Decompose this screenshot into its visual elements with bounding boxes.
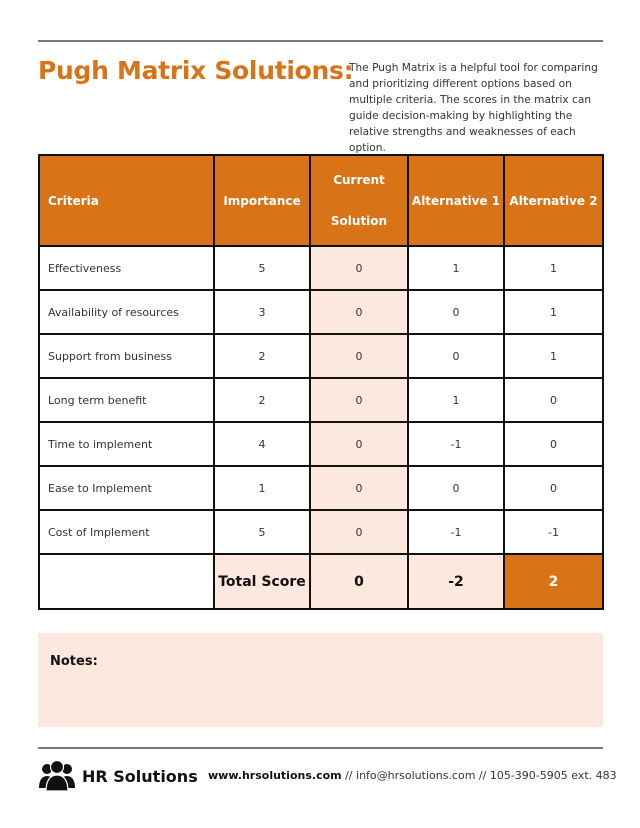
importance-cell: 3 [213,289,311,335]
criteria-cell: Long term benefit [38,377,215,423]
importance-cell: 5 [213,509,311,555]
importance-cell: 1 [213,465,311,511]
current-solution-cell: 0 [309,289,409,335]
header-current-solution: Current Solution [309,154,409,247]
alternative-2-cell: 1 [503,245,604,291]
total-empty-cell [38,553,215,610]
table-row: Cost of Implement 5 0 -1 -1 [38,509,604,555]
separator: // [475,769,490,782]
header-current-line1: Current [333,172,385,187]
notes-label: Notes: [50,654,98,669]
total-alternative-1: -2 [407,553,505,610]
header-criteria: Criteria [38,154,215,247]
current-solution-cell: 0 [309,465,409,511]
total-score-row: Total Score 0 -2 2 [38,553,604,610]
footer-logo: HR Solutions [38,760,198,792]
alternative-1-cell: -1 [407,509,505,555]
alternative-1-cell: 0 [407,333,505,379]
current-solution-cell: 0 [309,377,409,423]
total-alternative-2: 2 [503,553,604,610]
table-row: Ease to Implement 1 0 0 0 [38,465,604,511]
current-solution-cell: 0 [309,333,409,379]
header-importance: Importance [213,154,311,247]
alternative-2-cell: -1 [503,509,604,555]
alternative-1-cell: 1 [407,377,505,423]
alternative-1-cell: 0 [407,465,505,511]
alternative-2-cell: 1 [503,333,604,379]
alternative-2-cell: 0 [503,377,604,423]
table-row: Availability of resources 3 0 0 1 [38,289,604,335]
page-title: Pugh Matrix Solutions: [38,56,354,85]
current-solution-cell: 0 [309,421,409,467]
table-row: Long term benefit 2 0 1 0 [38,377,604,423]
total-score-label: Total Score [213,553,311,610]
criteria-cell: Effectiveness [38,245,215,291]
table-row: Time to implement 4 0 -1 0 [38,421,604,467]
alternative-2-cell: 0 [503,465,604,511]
alternative-2-cell: 0 [503,421,604,467]
importance-cell: 2 [213,333,311,379]
alternative-2-cell: 1 [503,289,604,335]
header-current-line2: Solution [330,213,388,228]
alternative-1-cell: 1 [407,245,505,291]
table-row: Effectiveness 5 0 1 1 [38,245,604,291]
table-header-row: Criteria Importance Current Solution Alt… [38,154,604,247]
criteria-cell: Availability of resources [38,289,215,335]
alternative-1-cell: 0 [407,289,505,335]
top-divider [38,40,603,42]
notes-box[interactable]: Notes: [38,633,603,727]
criteria-cell: Cost of Implement [38,509,215,555]
importance-cell: 4 [213,421,311,467]
bottom-divider [38,747,603,749]
website-link[interactable]: www.hrsolutions.com [208,769,342,782]
phone-number: 105-390-5905 ext. 483 [489,769,617,782]
footer-contact: www.hrsolutions.com // info@hrsolutions.… [208,769,617,782]
email-link[interactable]: info@hrsolutions.com [356,769,475,782]
separator: // [341,769,357,782]
current-solution-cell: 0 [309,509,409,555]
criteria-cell: Time to implement [38,421,215,467]
current-solution-cell: 0 [309,245,409,291]
pugh-matrix-table: Criteria Importance Current Solution Alt… [38,154,604,610]
importance-cell: 5 [213,245,311,291]
brand-name: HR Solutions [82,766,198,786]
importance-cell: 2 [213,377,311,423]
criteria-cell: Ease to Implement [38,465,215,511]
header-alternative-1: Alternative 1 [407,154,505,247]
total-current-solution: 0 [309,553,409,610]
people-group-icon [39,760,75,792]
table-row: Support from business 2 0 0 1 [38,333,604,379]
alternative-1-cell: -1 [407,421,505,467]
intro-description: The Pugh Matrix is a helpful tool for co… [349,62,598,154]
header-alternative-2: Alternative 2 [503,154,604,247]
criteria-cell: Support from business [38,333,215,379]
